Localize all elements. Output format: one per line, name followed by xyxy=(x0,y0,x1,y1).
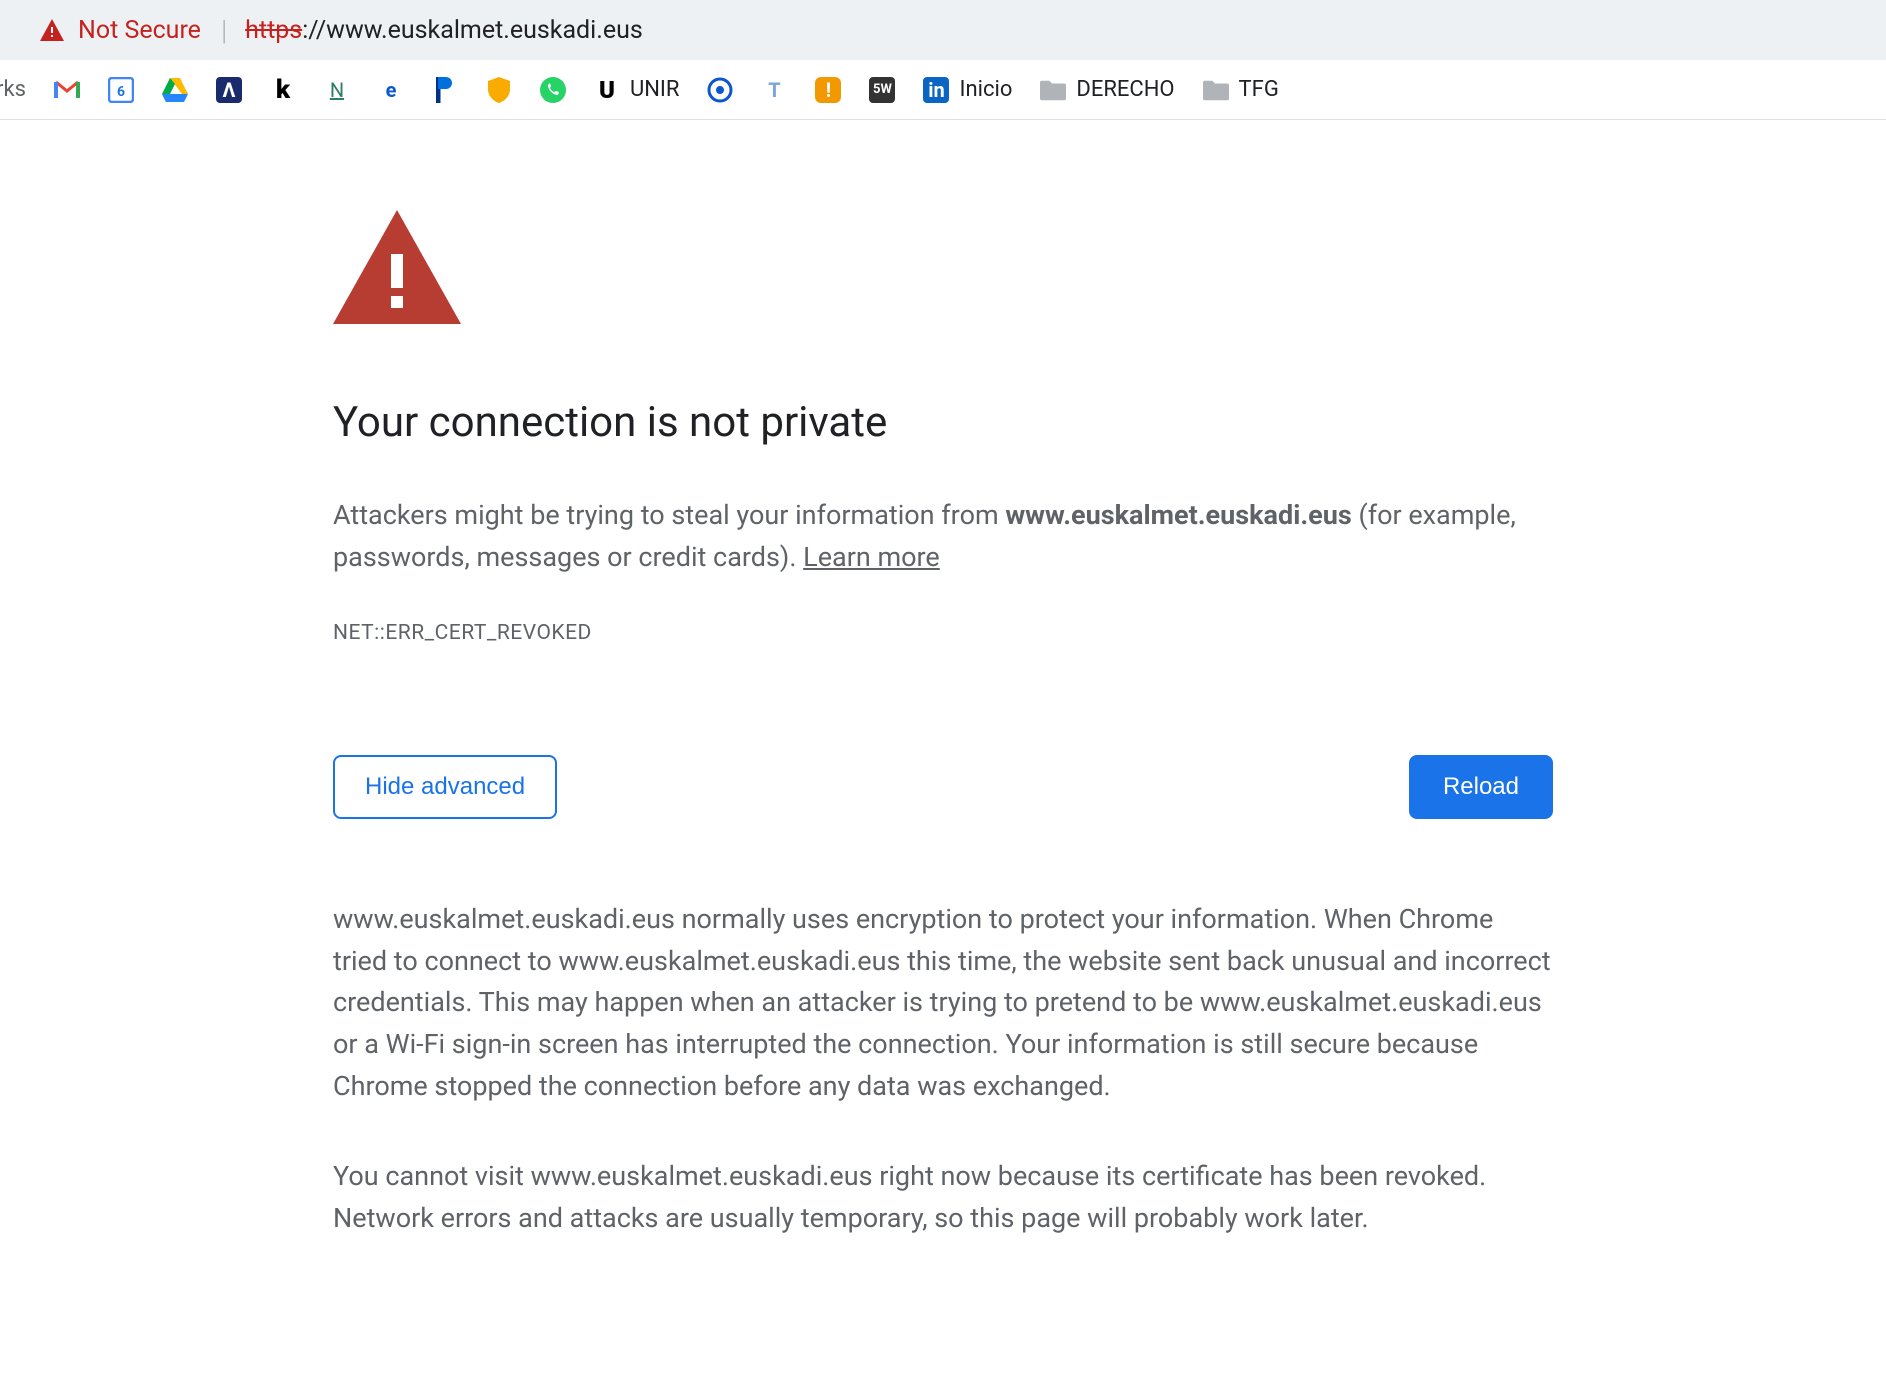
learn-more-link[interactable]: Learn more xyxy=(803,541,940,573)
letter-t-icon: T xyxy=(761,77,787,103)
5w-icon: 5W xyxy=(869,77,895,103)
advanced-paragraph-2: You cannot visit www.euskalmet.euskadi.e… xyxy=(333,1156,1553,1240)
bookmark-label: UNIR xyxy=(630,77,680,102)
summary-pre: Attackers might be trying to steal your … xyxy=(333,499,1005,531)
bookmark-p[interactable] xyxy=(432,77,458,103)
bookmark-5w[interactable]: 5W xyxy=(869,77,895,103)
whatsapp-icon xyxy=(540,77,566,103)
advanced-paragraph-1: www.euskalmet.euskadi.eus normally uses … xyxy=(333,899,1553,1108)
url-rest: ://www.euskalmet.euskadi.eus xyxy=(302,16,643,45)
button-row: Hide advanced Reload xyxy=(333,755,1553,819)
bookmarks-leading-cut: rks xyxy=(0,77,26,102)
bookmark-n[interactable]: N xyxy=(324,77,350,103)
folder-label: DERECHO xyxy=(1076,77,1174,102)
page-content: Your connection is not private Attackers… xyxy=(0,120,1886,1288)
target-icon xyxy=(707,77,733,103)
calendar-icon[interactable]: 6 xyxy=(108,77,134,103)
calendar-icon: 6 xyxy=(108,77,134,103)
chat-icon: ! xyxy=(815,77,841,103)
warning-triangle-icon xyxy=(333,210,1553,328)
bookmark-target[interactable] xyxy=(707,77,733,103)
letter-n-icon: N xyxy=(324,77,350,103)
url-display[interactable]: https://www.euskalmet.euskadi.eus xyxy=(245,16,643,45)
folder-tfg[interactable]: TFG xyxy=(1203,77,1279,103)
letter-u-icon: U xyxy=(594,77,620,103)
bookmark-a[interactable]: Λ xyxy=(216,77,242,103)
url-scheme: https xyxy=(245,16,302,45)
folder-derecho[interactable]: DERECHO xyxy=(1040,77,1174,103)
bookmark-u[interactable]: U UNIR xyxy=(594,77,680,103)
letter-e-icon: e xyxy=(378,77,404,103)
drive-icon xyxy=(162,77,188,103)
hide-advanced-button[interactable]: Hide advanced xyxy=(333,755,557,819)
reload-button[interactable]: Reload xyxy=(1409,755,1553,819)
letter-a-icon: Λ xyxy=(216,77,242,103)
letter-k-icon: k xyxy=(270,77,296,103)
svg-text:6: 6 xyxy=(117,84,125,100)
linkedin-icon[interactable]: in Inicio xyxy=(923,77,1012,103)
bookmark-label: Inicio xyxy=(959,77,1012,102)
linkedin-icon: in xyxy=(923,77,949,103)
address-separator: | xyxy=(221,14,227,47)
shield-icon xyxy=(486,77,512,103)
error-summary: Attackers might be trying to steal your … xyxy=(333,495,1553,579)
bookmark-shield[interactable] xyxy=(486,77,512,103)
gmail-icon[interactable] xyxy=(54,77,80,103)
bookmark-e[interactable]: e xyxy=(378,77,404,103)
bookmark-chat[interactable]: ! xyxy=(815,77,841,103)
not-secure-label[interactable]: Not Secure xyxy=(78,16,201,45)
drive-icon[interactable] xyxy=(162,77,188,103)
address-bar[interactable]: Not Secure | https://www.euskalmet.euska… xyxy=(0,0,1886,60)
error-headline: Your connection is not private xyxy=(333,398,1553,447)
letter-p-icon xyxy=(432,77,458,103)
whatsapp-icon[interactable] xyxy=(540,77,566,103)
ssl-error-interstitial: Your connection is not private Attackers… xyxy=(333,210,1553,1288)
error-code: NET::ERR_CERT_REVOKED xyxy=(333,621,1553,645)
bookmarks-bar: rks 6 Λ k N e xyxy=(0,60,1886,120)
warning-triangle-icon xyxy=(40,19,64,41)
summary-domain: www.euskalmet.euskadi.eus xyxy=(1005,499,1351,531)
folder-icon xyxy=(1203,77,1229,103)
folder-label: TFG xyxy=(1239,77,1279,102)
gmail-icon xyxy=(54,77,80,103)
folder-icon xyxy=(1040,77,1066,103)
bookmark-k[interactable]: k xyxy=(270,77,296,103)
bookmark-t[interactable]: T xyxy=(761,77,787,103)
